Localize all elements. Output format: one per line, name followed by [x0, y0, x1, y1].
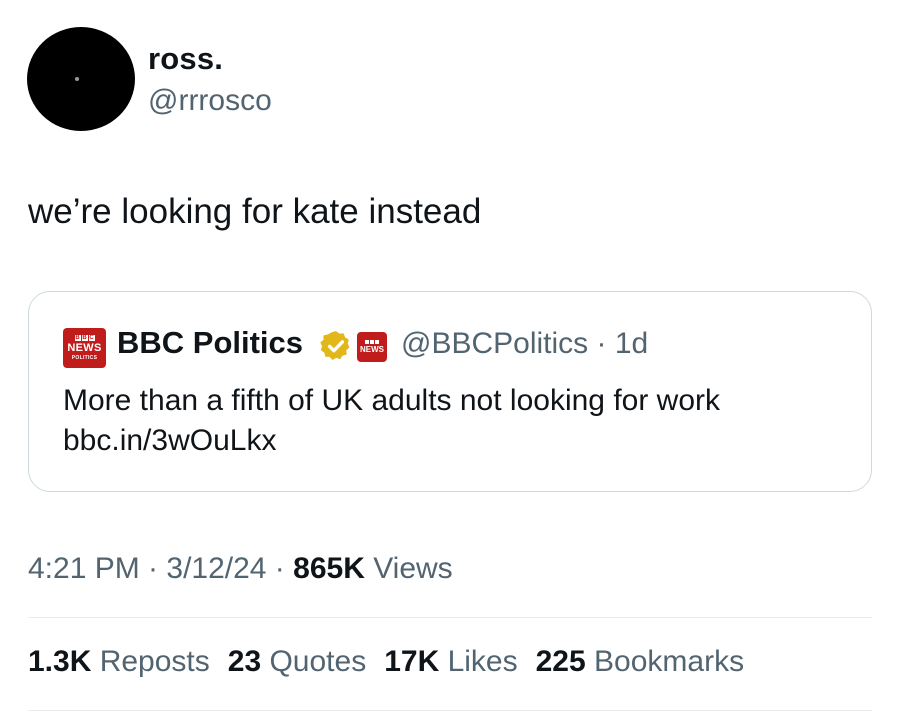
divider [28, 617, 872, 618]
bbc-news-politics-logo-icon: BBC NEWS POLITICS [63, 328, 106, 368]
gold-verified-badge-icon [320, 331, 350, 361]
divider-bottom [28, 710, 872, 711]
reposts-count: 1.3K [28, 645, 92, 678]
views-count: 865K [293, 552, 365, 585]
likes-label: Likes [439, 645, 518, 678]
bbc-news-affiliate-badge-icon: NEWS [357, 332, 387, 362]
author-display-name[interactable]: ross. [148, 41, 223, 77]
tweet-meta: 4:21 PM · 3/12/24 · 865K Views [28, 552, 453, 586]
quoted-tweet-text: More than a fifth of UK adults not looki… [63, 381, 853, 461]
bookmarks-stat[interactable]: 225 Bookmarks [536, 645, 744, 679]
badge-news-text: NEWS [360, 345, 384, 354]
engagement-stats: 1.3K Reposts 23 Quotes 17K Likes 225 Boo… [28, 645, 744, 679]
quoted-text-line: More than a fifth of UK adults not looki… [63, 384, 720, 417]
quoted-display-name[interactable]: BBC Politics [117, 325, 303, 361]
likes-count: 17K [384, 645, 440, 678]
quotes-label: Quotes [261, 645, 367, 678]
quoted-link[interactable]: bbc.in/3wOuLkx [63, 421, 853, 461]
logo-politics-text: POLITICS [71, 355, 98, 361]
bookmarks-count: 225 [535, 645, 586, 678]
quoted-handle-and-time[interactable]: @BBCPolitics · 1d [401, 327, 648, 361]
quoted-tweet-card[interactable]: BBC NEWS POLITICS BBC Politics NEWS @BBC… [28, 291, 872, 492]
quotes-count: 23 [227, 645, 262, 678]
bookmarks-label: Bookmarks [585, 645, 745, 678]
tweet-text: we’re looking for kate instead [28, 192, 482, 231]
views-label: Views [364, 552, 453, 585]
avatar[interactable] [27, 27, 135, 131]
reposts-stat[interactable]: 1.3K Reposts [28, 645, 210, 679]
quotes-stat[interactable]: 23 Quotes [228, 645, 366, 679]
reposts-label: Reposts [91, 645, 210, 678]
author-handle[interactable]: @rrrosco [148, 84, 272, 118]
avatar-detail [75, 77, 79, 81]
logo-news-text: NEWS [67, 342, 102, 354]
likes-stat[interactable]: 17K Likes [384, 645, 517, 679]
timestamp[interactable]: 4:21 PM · 3/12/24 · [28, 552, 293, 585]
